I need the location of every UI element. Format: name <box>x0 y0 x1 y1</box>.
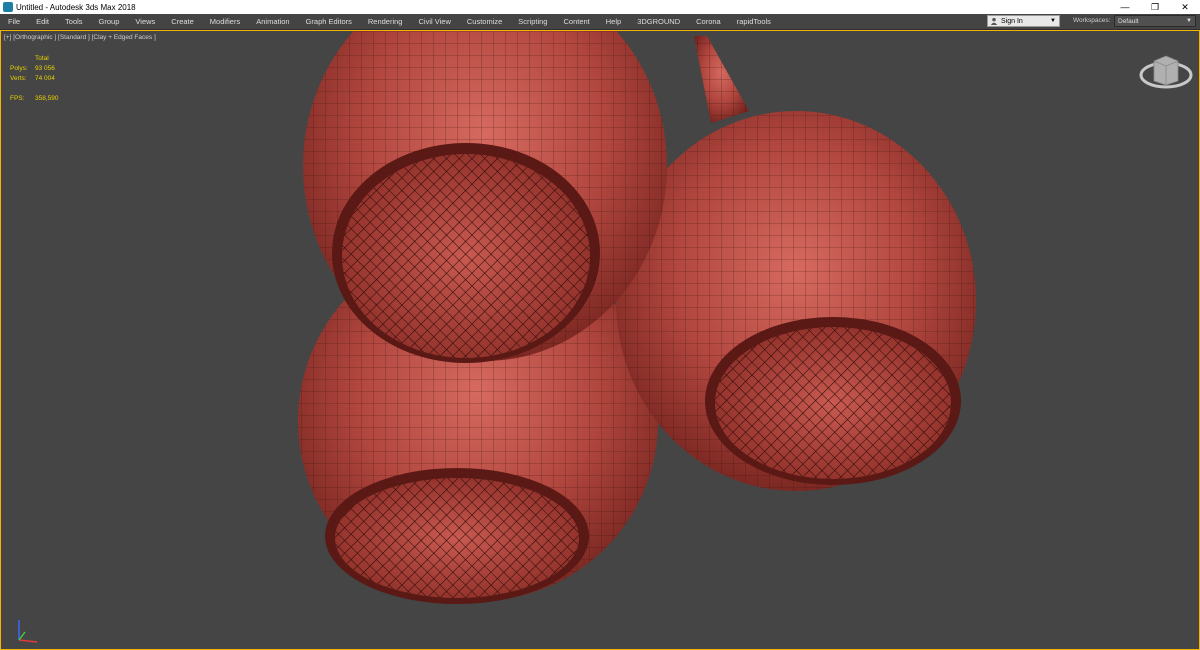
menu-views[interactable]: Views <box>127 17 163 26</box>
verts-label: Verts: <box>10 75 27 82</box>
window-title: Untitled - Autodesk 3ds Max 2018 <box>16 2 136 12</box>
minimize-button[interactable]: — <box>1110 2 1140 12</box>
polys-label: Polys: <box>10 65 28 72</box>
perspective-viewport[interactable]: [+] [Orthographic ] [Standard ] [Clay + … <box>0 30 1200 650</box>
statistics-overlay: Total Polys: 93 056 Verts: 74 004 FPS: 358,… <box>10 54 59 104</box>
viewport-label[interactable]: [+] [Orthographic ] [Standard ] [Clay + … <box>4 34 156 41</box>
menu-group[interactable]: Group <box>91 17 128 26</box>
menu-civil-view[interactable]: Civil View <box>410 17 458 26</box>
workspace-value: Default <box>1118 17 1139 25</box>
user-icon <box>990 17 998 25</box>
menu-modifiers[interactable]: Modifiers <box>202 17 248 26</box>
chevron-down-icon: ▼ <box>1050 18 1056 24</box>
verts-value: 74 004 <box>35 75 55 82</box>
workspaces-select[interactable]: Default ▼ <box>1114 15 1196 27</box>
title-bar: Untitled - Autodesk 3ds Max 2018 — ❐ ✕ <box>0 0 1200 14</box>
menu-tools[interactable]: Tools <box>57 17 91 26</box>
menu-bar: File Edit Tools Group Views Create Modif… <box>0 14 1200 30</box>
workspaces-label: Workspaces: <box>1073 17 1111 24</box>
menu-animation[interactable]: Animation <box>248 17 297 26</box>
menu-graph-editors[interactable]: Graph Editors <box>298 17 360 26</box>
chevron-down-icon: ▼ <box>1186 18 1192 24</box>
polys-value: 93 056 <box>35 65 55 72</box>
close-button[interactable]: ✕ <box>1170 2 1200 13</box>
lamp-shade-right[interactable] <box>616 36 976 491</box>
viewcube-icon[interactable] <box>1138 51 1194 91</box>
menu-rendering[interactable]: Rendering <box>360 17 411 26</box>
menu-file[interactable]: File <box>0 17 28 26</box>
app-icon <box>3 2 13 12</box>
restore-button[interactable]: ❐ <box>1140 2 1170 13</box>
menu-rapidtools[interactable]: rapidTools <box>729 17 779 26</box>
fps-label: FPS: <box>10 95 25 102</box>
axis-tripod-icon <box>18 620 38 643</box>
stats-total-label: Total <box>35 55 49 62</box>
menu-content[interactable]: Content <box>555 17 597 26</box>
menu-3dground[interactable]: 3DGROUND <box>629 17 688 26</box>
sign-in-label: Sign In <box>1001 17 1023 25</box>
menu-edit[interactable]: Edit <box>28 17 57 26</box>
menu-customize[interactable]: Customize <box>459 17 510 26</box>
fps-value: 358,590 <box>35 95 59 102</box>
menu-help[interactable]: Help <box>598 17 629 26</box>
menu-scripting[interactable]: Scripting <box>510 17 555 26</box>
menu-create[interactable]: Create <box>163 17 202 26</box>
scene-render[interactable] <box>1 31 1200 650</box>
sign-in-button[interactable]: Sign In ▼ <box>987 15 1060 27</box>
menu-corona[interactable]: Corona <box>688 17 729 26</box>
